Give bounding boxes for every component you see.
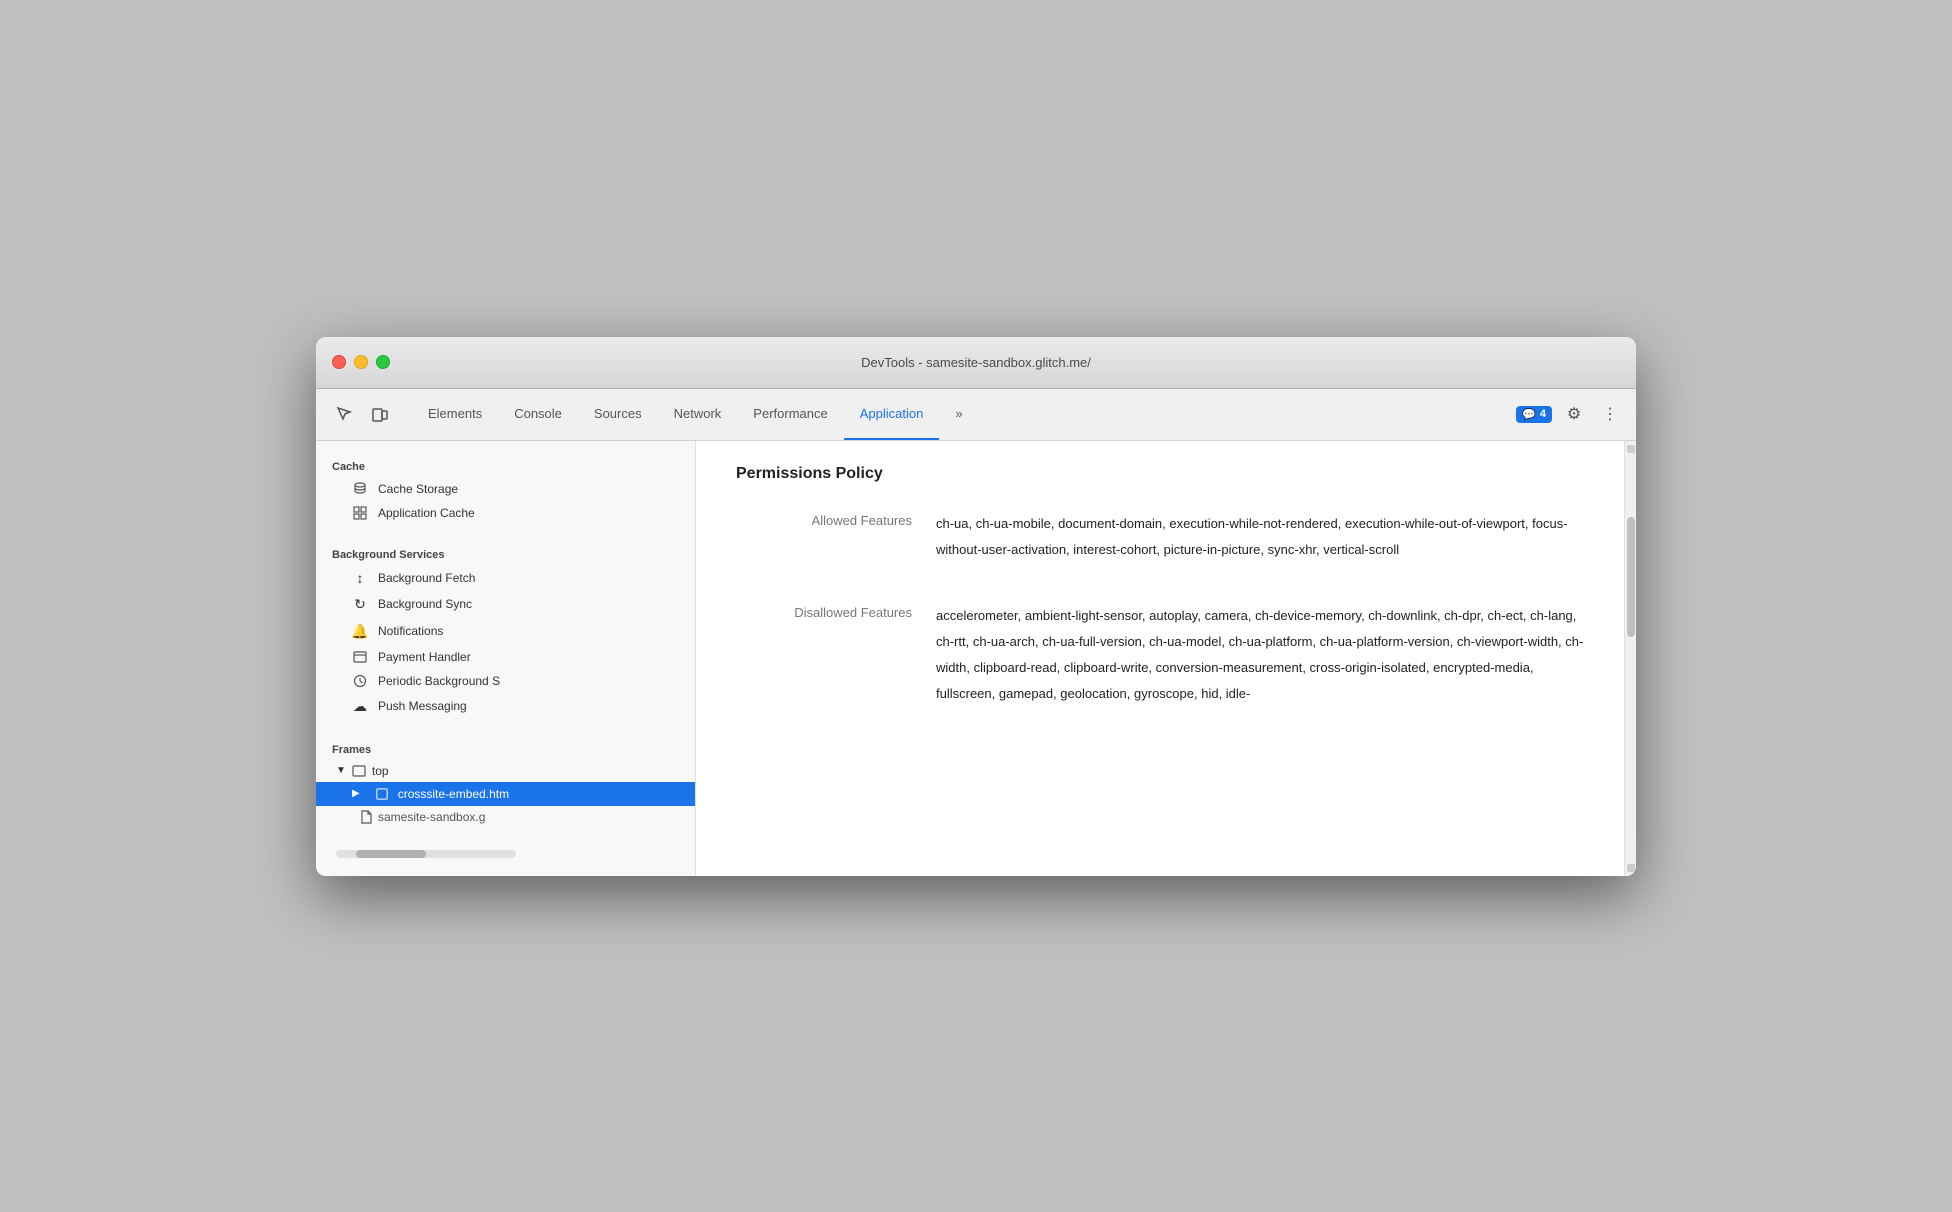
scroll-down-arrow[interactable]: [1627, 864, 1635, 872]
crosssite-embed-label: crosssite-embed.htm: [398, 787, 509, 801]
toolbar: Elements Console Sources Network Perform…: [316, 389, 1636, 441]
content-title: Permissions Policy: [736, 465, 1584, 483]
background-services-label: Background Services: [316, 541, 695, 565]
content-panel: Permissions Policy Allowed Features ch-u…: [696, 441, 1624, 876]
sidebar: Cache Cache Storage: [316, 441, 696, 876]
background-fetch-label: Background Fetch: [378, 571, 475, 585]
tab-console[interactable]: Console: [498, 389, 578, 440]
sidebar-horizontal-scrollbar[interactable]: [336, 850, 516, 858]
cloud-icon: ☁: [352, 698, 368, 715]
allowed-features-value: ch-ua, ch-ua-mobile, document-domain, ex…: [936, 511, 1584, 563]
chevron-down-icon: ▼: [336, 765, 346, 776]
title-bar: DevTools - samesite-sandbox.glitch.me/: [316, 337, 1636, 389]
traffic-lights: [332, 355, 390, 369]
sidebar-item-payment-handler[interactable]: Payment Handler: [316, 645, 695, 669]
devtools-window: DevTools - samesite-sandbox.glitch.me/ E…: [316, 337, 1636, 876]
sidebar-item-cache-storage[interactable]: Cache Storage: [316, 477, 695, 501]
inspect-icon[interactable]: [328, 398, 360, 430]
tab-bar: Elements Console Sources Network Perform…: [412, 389, 1512, 440]
tab-elements[interactable]: Elements: [412, 389, 498, 440]
allowed-features-row: Allowed Features ch-ua, ch-ua-mobile, do…: [736, 511, 1584, 563]
periodic-background-label: Periodic Background S: [378, 674, 500, 688]
minimize-button[interactable]: [354, 355, 368, 369]
application-cache-label: Application Cache: [378, 506, 475, 520]
frames-section-label: Frames: [316, 736, 695, 760]
file-icon: [360, 810, 372, 824]
notification-count: 4: [1540, 408, 1546, 420]
tab-network[interactable]: Network: [658, 389, 738, 440]
notification-badge[interactable]: 💬 4: [1516, 406, 1552, 423]
scroll-track: [1627, 457, 1634, 860]
frame-top-item[interactable]: ▼ top: [316, 760, 695, 782]
sidebar-item-push-messaging[interactable]: ☁ Push Messaging: [316, 693, 695, 720]
payment-handler-label: Payment Handler: [378, 650, 471, 664]
tab-sources[interactable]: Sources: [578, 389, 658, 440]
clock-icon: [352, 674, 368, 688]
main-content: Cache Cache Storage: [316, 441, 1636, 876]
device-toolbar-icon[interactable]: [364, 398, 396, 430]
more-button[interactable]: ⋮: [1596, 400, 1624, 428]
sidebar-item-background-sync[interactable]: ↻ Background Sync: [316, 591, 695, 618]
cache-storage-label: Cache Storage: [378, 482, 458, 496]
disallowed-features-row: Disallowed Features accelerometer, ambie…: [736, 603, 1584, 707]
notifications-label: Notifications: [378, 624, 443, 638]
close-button[interactable]: [332, 355, 346, 369]
notification-icon: 💬: [1522, 408, 1536, 421]
frame-crosssite-embed[interactable]: ▶ crosssite-embed.htm: [316, 782, 695, 806]
samesite-sandbox-label: samesite-sandbox.g: [378, 810, 485, 824]
frame-samesite-sandbox[interactable]: samesite-sandbox.g: [316, 806, 695, 828]
database-icon: [352, 482, 368, 496]
sidebar-item-background-fetch[interactable]: ↕ Background Fetch: [316, 565, 695, 591]
tab-application[interactable]: Application: [844, 389, 940, 440]
allowed-features-label: Allowed Features: [736, 511, 936, 528]
frame-icon: [352, 764, 366, 778]
toolbar-right: 💬 4 ⚙ ⋮: [1516, 400, 1624, 428]
arrows-updown-icon: ↕: [352, 570, 368, 586]
grid-icon: [352, 506, 368, 520]
toolbar-icons: [328, 398, 396, 430]
settings-button[interactable]: ⚙: [1560, 400, 1588, 428]
tab-more[interactable]: »: [939, 389, 978, 440]
sidebar-item-application-cache[interactable]: Application Cache: [316, 501, 695, 525]
disallowed-features-label: Disallowed Features: [736, 603, 936, 620]
bell-icon: 🔔: [352, 623, 368, 640]
window-title: DevTools - samesite-sandbox.glitch.me/: [861, 355, 1091, 370]
card-icon: [352, 651, 368, 663]
chevron-right-icon: ▶: [352, 788, 360, 799]
cache-section-label: Cache: [316, 453, 695, 477]
sync-icon: ↻: [352, 596, 368, 613]
sidebar-scrollbar-thumb: [356, 850, 426, 858]
push-messaging-label: Push Messaging: [378, 699, 467, 713]
sidebar-item-notifications[interactable]: 🔔 Notifications: [316, 618, 695, 645]
scroll-thumb[interactable]: [1627, 517, 1635, 637]
sidebar-item-periodic-background[interactable]: Periodic Background S: [316, 669, 695, 693]
scroll-up-arrow[interactable]: [1627, 445, 1635, 453]
disallowed-features-value: accelerometer, ambient-light-sensor, aut…: [936, 603, 1584, 707]
frame-page-icon: [376, 788, 388, 800]
maximize-button[interactable]: [376, 355, 390, 369]
tab-performance[interactable]: Performance: [737, 389, 843, 440]
content-scrollbar[interactable]: [1624, 441, 1636, 876]
background-sync-label: Background Sync: [378, 597, 472, 611]
frame-top-label: top: [372, 764, 389, 778]
